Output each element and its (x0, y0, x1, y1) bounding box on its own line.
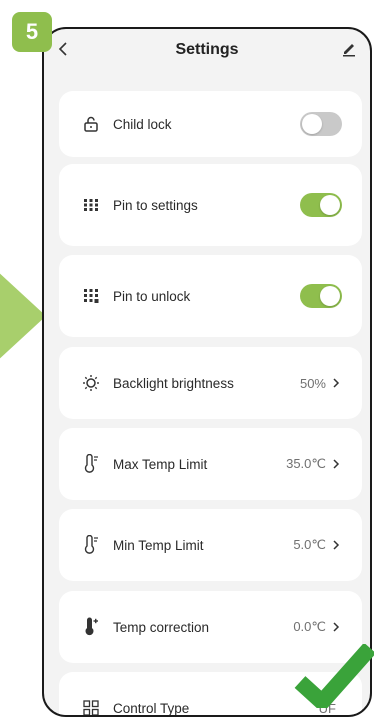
setting-backlight-brightness[interactable]: Backlight brightness 50% (59, 347, 362, 419)
page-title: Settings (175, 41, 239, 58)
pin-to-unlock-toggle[interactable] (300, 284, 342, 308)
setting-pin-to-settings[interactable]: Pin to settings (59, 164, 362, 246)
edit-icon (343, 44, 355, 57)
setting-value: 0.0℃ (293, 619, 326, 634)
setting-min-temp-limit[interactable]: Min Temp Limit 5.0℃ (59, 509, 362, 581)
keypad-icon (81, 286, 101, 306)
pointer-arrow (0, 246, 46, 386)
setting-label: Backlight brightness (113, 375, 234, 391)
setting-max-temp-limit[interactable]: Max Temp Limit 35.0℃ (59, 428, 362, 500)
setting-child-lock[interactable]: Child lock (59, 91, 362, 157)
checkmark-icon (294, 644, 374, 708)
back-icon (58, 42, 67, 56)
setting-label: Min Temp Limit (113, 537, 204, 553)
setting-value: 50% (299, 375, 326, 391)
pin-to-settings-toggle[interactable] (300, 193, 342, 217)
thermometer-icon (81, 535, 101, 555)
chevron-right-icon (332, 377, 342, 389)
setting-value: 35.0℃ (286, 456, 326, 471)
setting-value: 5.0℃ (293, 537, 326, 552)
setting-label: Pin to unlock (113, 288, 191, 304)
edit-button[interactable] (340, 39, 358, 59)
child-lock-toggle[interactable] (300, 112, 342, 136)
chevron-right-icon (332, 458, 342, 470)
header: Settings (44, 29, 370, 71)
back-button[interactable] (54, 39, 72, 59)
step-badge: 5 (12, 12, 52, 52)
temp-correction-icon (81, 617, 101, 637)
phone-screen: Settings Child lock Pin to settings Pin … (42, 27, 372, 717)
keypad-icon (81, 195, 101, 215)
setting-label: Temp correction (113, 619, 210, 635)
setting-label: Pin to settings (113, 197, 198, 213)
setting-label: Control Type (113, 700, 190, 716)
chevron-right-icon (332, 621, 342, 633)
setting-label: Child lock (113, 116, 172, 132)
brightness-icon (81, 373, 101, 393)
setting-pin-to-unlock[interactable]: Pin to unlock (59, 255, 362, 337)
setting-label: Max Temp Limit (113, 456, 208, 472)
lock-icon (81, 114, 101, 134)
chevron-right-icon (332, 539, 342, 551)
thermometer-icon (81, 454, 101, 474)
